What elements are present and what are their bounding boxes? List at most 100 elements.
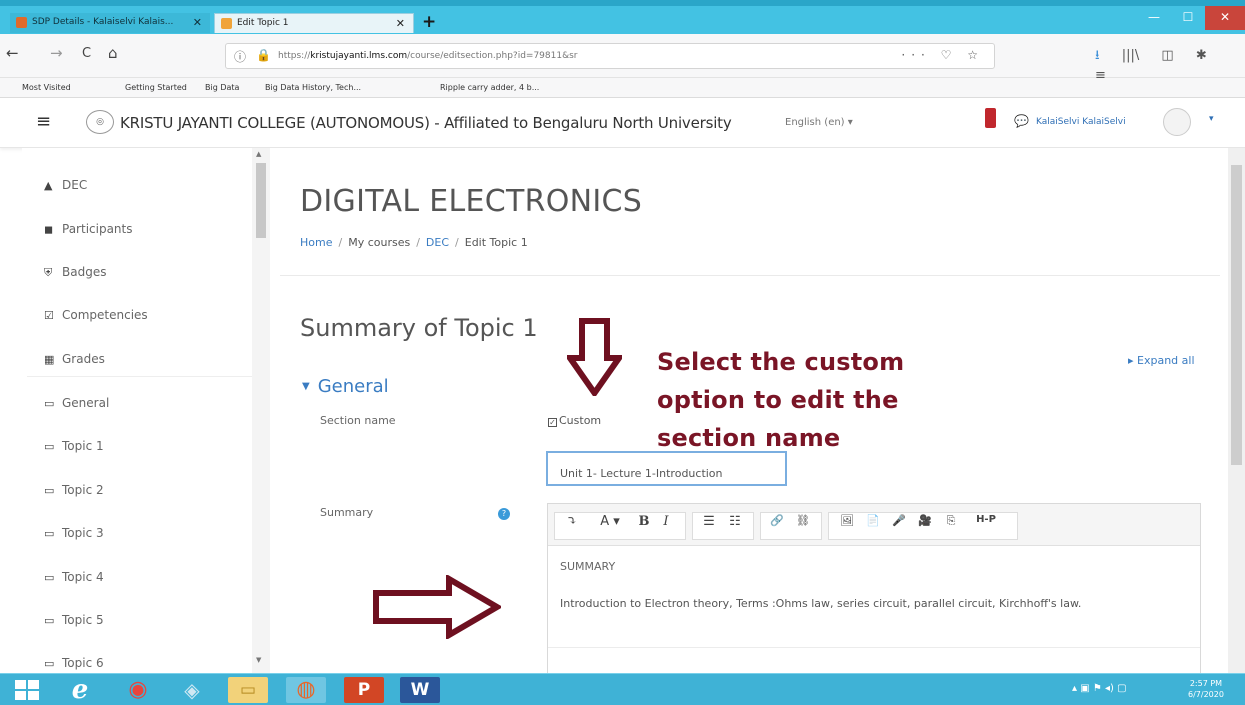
tab-edit-topic[interactable]: Edit Topic 1 ✕ (214, 13, 414, 33)
word-icon[interactable]: W (400, 677, 440, 703)
home-button[interactable]: ⌂ (108, 44, 118, 62)
system-tray[interactable]: ▴ ▣ ⚑ ◂) ▢ (1072, 683, 1127, 694)
chevron-down-icon: ▼ (302, 381, 310, 392)
sidebar-item-topic-2[interactable]: ▭ Topic 2 (44, 483, 254, 523)
notification-icon[interactable] (985, 108, 996, 128)
section-name-label: Section name (320, 414, 396, 427)
close-tab-icon[interactable]: ✕ (396, 17, 405, 30)
paragraph-styles-button[interactable]: A ▾ (592, 514, 628, 536)
scroll-down-icon[interactable]: ▼ (256, 656, 261, 664)
avatar[interactable] (1163, 108, 1191, 136)
sidebar-item-general[interactable]: ▭ General (44, 396, 254, 436)
url-text[interactable]: https://kristujayanti.lms.com/course/edi… (278, 51, 578, 61)
media-icon[interactable]: 📄 (862, 514, 884, 536)
tab-label: SDP Details - Kalaiselvi Kalais... (32, 17, 174, 27)
download-icon[interactable]: ⭳ (1095, 48, 1100, 63)
divider (280, 275, 1220, 276)
media-player-icon[interactable]: ◈ (172, 677, 212, 703)
bookmark-ripple-carry-adder[interactable]: Ripple carry adder, 4 b... (440, 83, 539, 92)
user-menu-caret-icon[interactable]: ▾ (1209, 114, 1214, 124)
college-logo[interactable]: ◎ (86, 110, 114, 134)
hamburger-menu-icon[interactable]: ≡ (36, 111, 51, 132)
library-icon[interactable]: |||\ (1122, 48, 1140, 63)
breadcrumb-dec[interactable]: DEC (426, 236, 449, 249)
link-icon[interactable]: 🔗 (766, 514, 788, 536)
sidebar-scrollbar-thumb[interactable] (256, 163, 266, 238)
unlink-icon[interactable]: ⛓ (792, 514, 814, 536)
summary-editor[interactable]: ⤵ A ▾ B I ☰ ☷ 🔗 ⛓ 🖼 📄 🎤 🎥 ⎘ H-P SUMMARY (547, 503, 1201, 678)
table-icon: ▦ (44, 353, 55, 366)
maximize-button[interactable]: ☐ (1171, 6, 1205, 30)
sidebar-item-topic-5[interactable]: ▭ Topic 5 (44, 613, 254, 653)
forward-button[interactable]: → (50, 44, 63, 62)
manage-files-icon[interactable]: ⎘ (940, 514, 962, 536)
close-window-button[interactable]: ✕ (1205, 6, 1245, 30)
extension-icon[interactable]: ✱ (1196, 48, 1207, 63)
summary-label: Summary (320, 506, 374, 519)
clock[interactable]: 2:57 PM 6/7/2020 (1188, 678, 1224, 700)
sidebar-item-participants[interactable]: ◼ Participants (44, 222, 254, 262)
bookmark-getting-started[interactable]: Getting Started (125, 83, 187, 92)
show-more-buttons-icon[interactable]: ⤵ (562, 514, 582, 536)
sidebar-item-dec[interactable]: ▲ DEC (44, 178, 254, 218)
bookmark-big-data-history[interactable]: Big Data History, Tech... (265, 83, 361, 92)
editor-content[interactable]: SUMMARY Introduction to Electron theory,… (548, 547, 1200, 677)
breadcrumb-home[interactable]: Home (300, 236, 332, 249)
help-icon[interactable]: ? (498, 508, 510, 520)
chrome-icon[interactable]: ◉ (118, 677, 158, 703)
sidebar-item-topic-1[interactable]: ▭ Topic 1 (44, 439, 254, 479)
back-button[interactable]: ← (6, 44, 19, 62)
close-tab-icon[interactable]: ✕ (193, 16, 202, 29)
breadcrumb: Home / My courses / DEC / Edit Topic 1 (300, 236, 528, 249)
editor-heading: SUMMARY (560, 560, 616, 573)
record-video-icon[interactable]: 🎥 (914, 514, 936, 536)
page-scrollbar-thumb[interactable] (1231, 165, 1242, 465)
ordered-list-icon[interactable]: ☷ (724, 514, 746, 536)
annotation-down-arrow-icon (567, 318, 622, 396)
windows-start-icon[interactable] (14, 679, 40, 701)
navigation-toolbar: ← → C ⌂ ⓘ 🔒 https://kristujayanti.lms.co… (0, 34, 1245, 83)
title-bar: SDP Details - Kalaiselvi Kalais... ✕ Edi… (0, 0, 1245, 34)
sidebar-item-grades[interactable]: ▦ Grades (44, 352, 254, 392)
message-icon[interactable]: 💬 (1014, 114, 1029, 128)
minimize-button[interactable]: — (1137, 6, 1171, 30)
new-tab-button[interactable]: + (422, 12, 436, 32)
bookmark-big-data[interactable]: Big Data (205, 83, 239, 92)
user-name[interactable]: KalaiSelvi KalaiSelvi (1036, 117, 1126, 127)
moodle-favicon-icon (221, 18, 232, 29)
bold-button[interactable]: B (634, 514, 654, 536)
tab-sdp-details[interactable]: SDP Details - Kalaiselvi Kalais... ✕ (10, 13, 210, 33)
sidebar-toggle-icon[interactable]: ◫ (1161, 48, 1173, 63)
firefox-icon[interactable]: ◍ (286, 677, 326, 703)
record-audio-icon[interactable]: 🎤 (888, 514, 910, 536)
site-name[interactable]: KRISTU JAYANTI COLLEGE (AUTONOMOUS) - Af… (120, 114, 732, 132)
editor-body-text: Introduction to Electron theory, Terms :… (560, 597, 1082, 610)
site-favicon-icon (16, 17, 27, 28)
lock-icon: 🔒 (256, 48, 271, 62)
tab-label: Edit Topic 1 (237, 18, 289, 28)
section-general-toggle[interactable]: ▼ General (302, 376, 389, 397)
scroll-up-icon[interactable]: ▲ (256, 150, 261, 158)
url-bar[interactable]: ⓘ 🔒 https://kristujayanti.lms.com/course… (225, 43, 995, 69)
sidebar-item-competencies[interactable]: ☑ Competencies (44, 308, 254, 348)
unordered-list-icon[interactable]: ☰ (698, 514, 720, 536)
page-actions[interactable]: ··· ♡ ☆ (901, 48, 984, 62)
language-selector[interactable]: English (en) ▾ (785, 117, 853, 128)
sidebar-item-topic-4[interactable]: ▭ Topic 4 (44, 570, 254, 610)
custom-checkbox[interactable]: ✓ Custom (548, 414, 601, 427)
image-icon[interactable]: 🖼 (836, 514, 858, 536)
h5p-icon[interactable]: H-P (968, 514, 1004, 536)
bookmark-most-visited[interactable]: Most Visited (22, 83, 71, 92)
internet-explorer-icon[interactable]: e (60, 677, 100, 703)
reload-button[interactable]: C (82, 46, 91, 61)
italic-button[interactable]: I (656, 514, 676, 536)
sidebar-item-badges[interactable]: ⛨ Badges (44, 265, 254, 305)
annotation-text: Select the custom option to edit the sec… (657, 348, 905, 452)
expand-all-link[interactable]: ▸ Expand all (1128, 354, 1195, 367)
sidebar-item-topic-3[interactable]: ▭ Topic 3 (44, 526, 254, 566)
info-icon[interactable]: ⓘ (234, 48, 246, 65)
checkbox-checked-icon[interactable]: ✓ (548, 418, 557, 427)
file-explorer-icon[interactable]: ▭ (228, 677, 268, 703)
breadcrumb-my-courses[interactable]: My courses (348, 236, 410, 249)
powerpoint-icon[interactable]: P (344, 677, 384, 703)
